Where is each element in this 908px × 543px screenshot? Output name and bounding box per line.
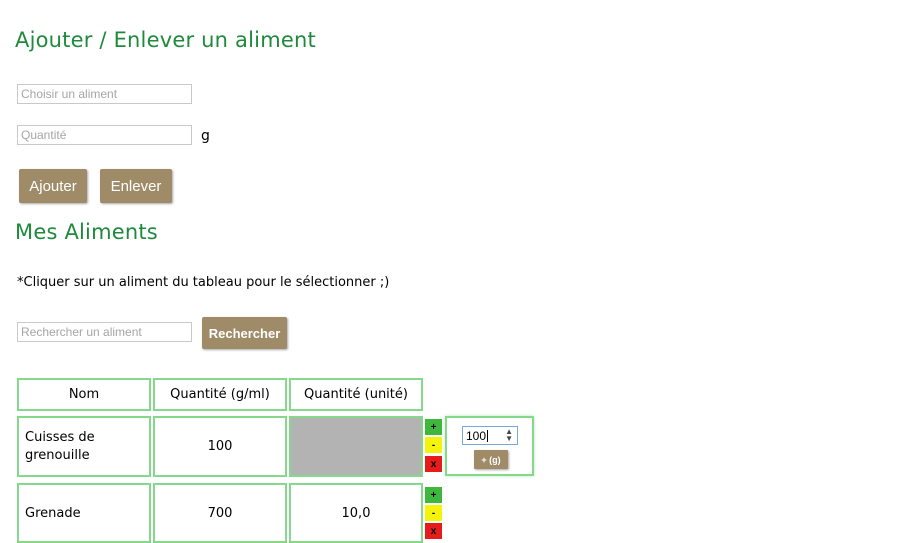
quantity-unit-label: g xyxy=(201,128,210,144)
row-1-delete-button[interactable]: x xyxy=(425,456,442,472)
text-cursor xyxy=(487,429,489,442)
row-1-minus-button[interactable]: - xyxy=(425,437,442,453)
quantity-popup: 100 ▲ ▼ + (g) xyxy=(445,416,534,476)
table-row-1-qty-unit-disabled xyxy=(289,416,423,477)
row-2-minus-button[interactable]: - xyxy=(425,505,442,521)
table-row-2-name[interactable]: Grenade xyxy=(17,483,151,543)
table-row-1-name[interactable]: Cuisses de grenouille xyxy=(17,416,151,477)
food-select-input[interactable] xyxy=(17,84,192,104)
stepper-arrows-icon[interactable]: ▲ ▼ xyxy=(505,428,513,443)
row-1-plus-button[interactable]: + xyxy=(425,419,442,435)
add-section-title: Ajouter / Enlever un aliment xyxy=(15,28,316,52)
table-hint: *Cliquer sur un aliment du tableau pour … xyxy=(17,275,390,290)
header-name: Nom xyxy=(17,378,151,411)
popup-quantity-stepper[interactable]: 100 ▲ ▼ xyxy=(462,426,518,445)
header-qty-g: Quantité (g/ml) xyxy=(153,378,287,411)
quantity-input[interactable] xyxy=(17,125,192,145)
table-row-2-qty-g[interactable]: 700 xyxy=(153,483,287,543)
search-button[interactable]: Rechercher xyxy=(202,317,287,349)
table-row-1-qty-g[interactable]: 100 xyxy=(153,416,287,477)
my-foods-title: Mes Aliments xyxy=(15,220,158,244)
search-input[interactable] xyxy=(17,322,192,342)
table-row-2-qty-unit[interactable]: 10,0 xyxy=(289,483,423,543)
row-2-plus-button[interactable]: + xyxy=(425,487,442,503)
remove-button[interactable]: Enlever xyxy=(100,169,172,203)
header-qty-unit: Quantité (unité) xyxy=(289,378,423,411)
row-2-delete-button[interactable]: x xyxy=(425,523,442,539)
popup-quantity-value: 100 xyxy=(466,428,487,443)
popup-add-grams-button[interactable]: + (g) xyxy=(474,450,508,469)
add-button[interactable]: Ajouter xyxy=(19,169,87,203)
